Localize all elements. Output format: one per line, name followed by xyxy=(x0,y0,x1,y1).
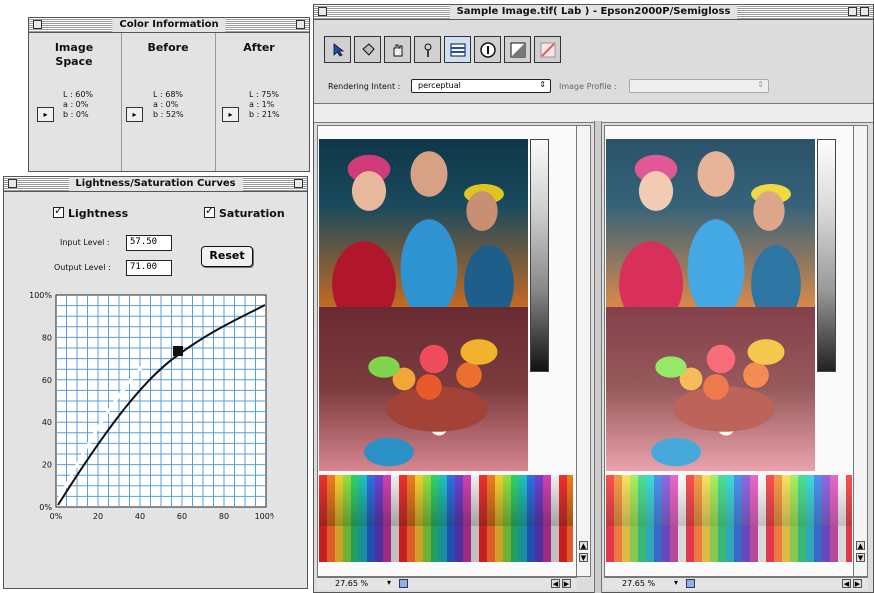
toolbar-divider xyxy=(314,103,873,123)
collapse-box-icon[interactable] xyxy=(860,7,869,16)
x-tick-label: 40 xyxy=(135,512,145,521)
after-grayscale-ramp xyxy=(817,139,836,372)
zoom-level[interactable]: 27.65 % xyxy=(335,579,368,588)
zoom-box-icon[interactable] xyxy=(848,7,857,16)
scroll-right-arrow-icon[interactable]: ▶ xyxy=(562,579,571,588)
rendering-intent-select[interactable]: perceptual ⇕ xyxy=(411,79,551,93)
after-photo-people xyxy=(606,139,815,307)
scroll-right-arrow-icon[interactable]: ▶ xyxy=(853,579,862,588)
eyedropper-swatch[interactable]: ▸ xyxy=(37,107,54,122)
y-tick-label: 80 xyxy=(42,333,52,342)
vertical-scrollbar[interactable]: ▲ ▼ xyxy=(576,126,590,576)
rendering-intent-value: perceptual xyxy=(418,81,461,90)
eyedropper-swatch[interactable]: ▸ xyxy=(126,107,143,122)
curves-window: Lightness/Saturation Curves Lightness Sa… xyxy=(3,176,308,589)
title-bar[interactable]: Sample Image.tif( Lab ) - Epson2000P/Sem… xyxy=(314,5,873,20)
title-bar[interactable]: Lightness/Saturation Curves xyxy=(4,177,307,192)
collapse-box-icon[interactable] xyxy=(296,20,305,29)
close-box-icon[interactable] xyxy=(318,7,327,16)
window-title: Color Information xyxy=(112,18,226,32)
zoom-level[interactable]: 27.65 % xyxy=(622,579,655,588)
chevron-down-icon: ⇕ xyxy=(539,80,546,89)
before-photo-fruit xyxy=(319,307,528,471)
column-divider xyxy=(121,33,122,171)
zoom-popup-chevron-icon[interactable]: ▾ xyxy=(387,578,391,587)
after-swatches-bottom xyxy=(606,526,852,562)
y-tick-label: 60 xyxy=(42,376,52,385)
x-tick-label: 60 xyxy=(177,512,187,521)
chevron-down-icon: ⇕ xyxy=(757,80,764,89)
y-tick-label: 40 xyxy=(42,418,52,427)
reset-button[interactable]: Reset xyxy=(201,246,253,267)
scroll-thumb[interactable] xyxy=(686,579,695,588)
input-level-field[interactable]: 57.50 xyxy=(126,235,172,251)
info-icon[interactable] xyxy=(474,36,501,63)
collapse-box-icon[interactable] xyxy=(294,179,303,188)
pane-divider[interactable] xyxy=(594,121,602,593)
close-box-icon[interactable] xyxy=(8,179,17,188)
scroll-down-arrow-icon[interactable]: ▼ xyxy=(579,553,588,562)
curve-control-point xyxy=(173,346,183,356)
scroll-down-arrow-icon[interactable]: ▼ xyxy=(856,553,865,562)
vertical-scrollbar[interactable]: ▲ ▼ xyxy=(853,126,867,576)
before-swatches-bottom xyxy=(319,526,573,562)
scroll-left-arrow-icon[interactable]: ◀ xyxy=(551,579,560,588)
eyedropper-swatch[interactable]: ▸ xyxy=(222,107,239,122)
y-tick-label: 0% xyxy=(39,503,52,512)
x-tick-label: 20 xyxy=(93,512,103,521)
before-photo-people xyxy=(319,139,528,307)
split-view-icon[interactable] xyxy=(504,36,531,63)
before-values: L : 68% a : 0% b : 52% xyxy=(153,90,184,119)
after-header: After xyxy=(243,41,275,54)
curve-graph[interactable]: 100% 80 60 40 20 0% 0% 20 40 60 80 100% xyxy=(12,285,274,535)
rendering-intent-label: Rendering Intent : xyxy=(328,82,401,91)
saturation-checkbox[interactable]: Saturation xyxy=(204,204,285,220)
x-tick-label: 100% xyxy=(255,512,274,521)
color-information-window: Color Information Image Space Before Aft… xyxy=(28,17,310,172)
scroll-up-arrow-icon[interactable]: ▲ xyxy=(856,541,865,550)
checkbox-checked-icon[interactable] xyxy=(204,204,215,218)
zoom-popup-chevron-icon[interactable]: ▾ xyxy=(674,578,678,587)
image-space-header: Image Space xyxy=(54,41,94,68)
before-header: Before xyxy=(147,41,189,54)
image-space-values: L : 60% a : 0% b : 0% xyxy=(63,90,94,119)
output-level-label: Output Level : xyxy=(54,263,111,272)
column-divider xyxy=(215,33,216,171)
after-photo-fruit xyxy=(606,307,815,471)
output-level-field[interactable]: 71.00 xyxy=(126,260,172,276)
before-grayscale-ramp xyxy=(530,139,549,372)
image-profile-label: Image Profile : xyxy=(559,82,617,91)
y-tick-label: 20 xyxy=(42,461,52,470)
scroll-left-arrow-icon[interactable]: ◀ xyxy=(842,579,851,588)
x-tick-label: 80 xyxy=(219,512,229,521)
eyedropper-icon[interactable] xyxy=(414,36,441,63)
close-box-icon[interactable] xyxy=(33,20,42,29)
image-profile-select[interactable]: ⇕ xyxy=(629,79,769,93)
calculator-icon[interactable] xyxy=(444,36,471,63)
checkbox-checked-icon[interactable] xyxy=(53,204,64,218)
input-level-label: Input Level : xyxy=(60,238,110,247)
scroll-up-arrow-icon[interactable]: ▲ xyxy=(579,541,588,550)
image-window: Sample Image.tif( Lab ) - Epson2000P/Sem… xyxy=(313,4,874,593)
scroll-thumb[interactable] xyxy=(399,579,408,588)
window-title: Lightness/Saturation Curves xyxy=(68,177,243,191)
title-bar[interactable]: Color Information xyxy=(29,18,309,33)
bucket-icon[interactable] xyxy=(354,36,381,63)
lightness-checkbox[interactable]: Lightness xyxy=(53,204,128,220)
before-image-pane[interactable]: ▲ ▼ xyxy=(317,125,591,577)
after-image-pane[interactable]: ▲ ▼ xyxy=(604,125,868,577)
window-title: Sample Image.tif( Lab ) - Epson2000P/Sem… xyxy=(449,5,738,19)
select-arrow-icon[interactable] xyxy=(324,36,351,63)
x-tick-label: 0% xyxy=(50,512,63,521)
after-status-bar: 27.65 % ▾ ◀ ▶ xyxy=(604,577,868,590)
y-tick-label: 100% xyxy=(29,291,52,300)
before-status-bar: 27.65 % ▾ ◀ ▶ xyxy=(317,577,577,590)
hand-icon[interactable] xyxy=(384,36,411,63)
after-values: L : 75% a : 1% b : 21% xyxy=(249,90,280,119)
diagonal-view-icon[interactable] xyxy=(534,36,561,63)
